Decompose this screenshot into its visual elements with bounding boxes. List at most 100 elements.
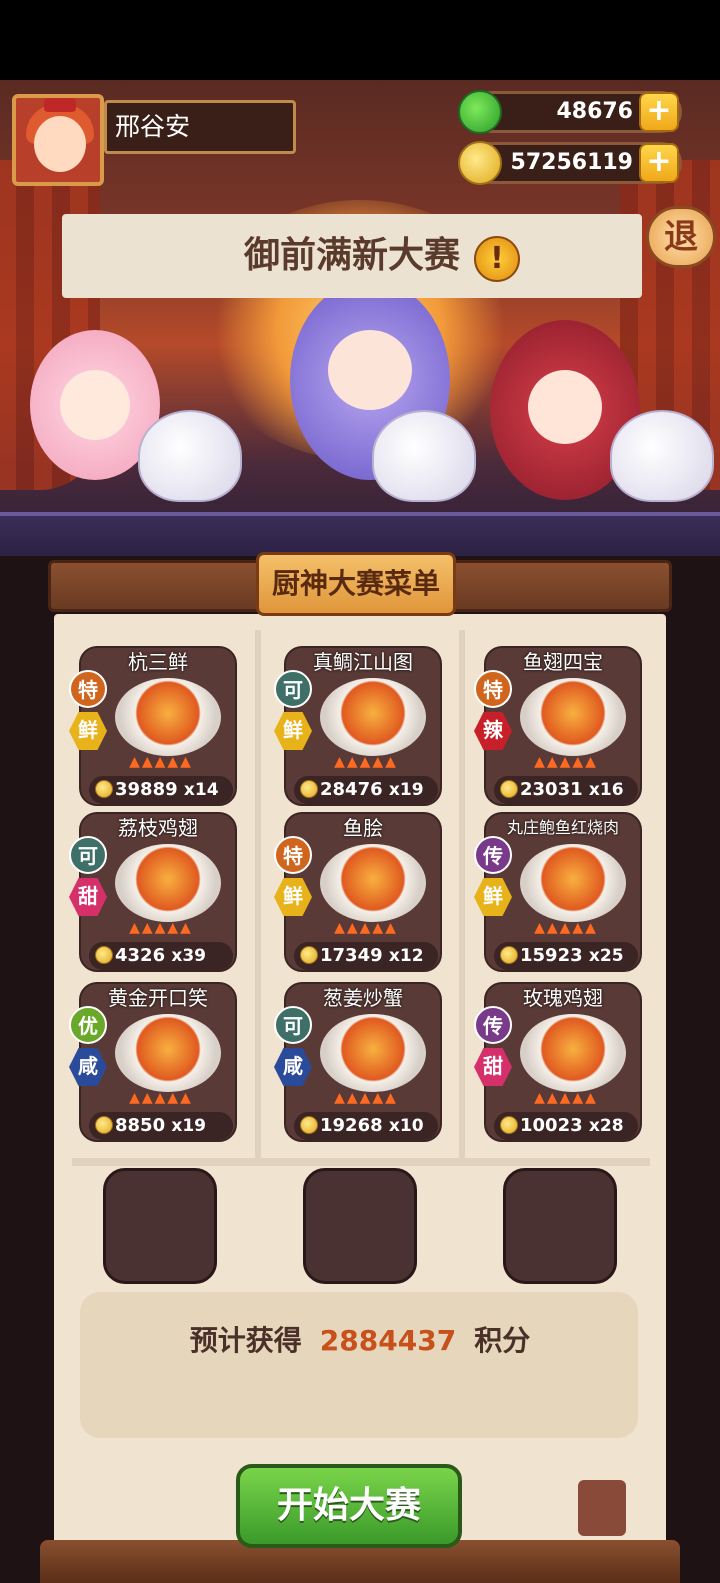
empty-dish-slot[interactable] — [503, 1168, 617, 1284]
dish-rank-badge: 特 — [474, 670, 512, 708]
dish-card[interactable]: 黄金开口笑优咸 ▲▲▲▲▲ 8850 x19 — [69, 982, 237, 1142]
dish-price-value: 39889 — [115, 779, 178, 800]
dish-quantity: x16 — [588, 780, 624, 800]
dish-image — [115, 678, 221, 756]
coin-icon — [95, 780, 113, 798]
dish-card[interactable]: 葱姜炒蟹可咸 ▲▲▲▲▲ 19268 x10 — [274, 982, 442, 1142]
dish-image — [115, 1014, 221, 1092]
column-divider — [459, 630, 465, 1158]
dish-rank-badge: 可 — [274, 670, 312, 708]
estimate-points: 2884437 — [319, 1324, 457, 1357]
dish-price-value: 17349 — [320, 945, 383, 966]
empty-dish-slot[interactable] — [303, 1168, 417, 1284]
column-divider — [255, 630, 261, 1158]
dish-card[interactable]: 鱼脍特鲜 ▲▲▲▲▲ 17349 x12 — [274, 812, 442, 972]
dish-price-value: 19268 — [320, 1115, 383, 1136]
dish-name: 丸庄鲍鱼红烧肉 — [506, 818, 619, 837]
coin-icon — [300, 946, 318, 964]
dish-image — [520, 844, 626, 922]
dish-rank-badge: 传 — [474, 1006, 512, 1044]
dish-name: 葱姜炒蟹 — [323, 986, 403, 1010]
dish-price: 15923 x25 — [494, 942, 638, 970]
dish-rank-badge: 特 — [69, 670, 107, 708]
teapot-icon — [610, 410, 714, 502]
menu-title: 厨神大赛菜单 — [256, 552, 456, 616]
dish-quantity: x12 — [388, 946, 424, 966]
alert-icon[interactable]: ! — [474, 236, 520, 282]
estimate-line: 预计获得 2884437 积分 — [0, 1318, 720, 1364]
coin-icon — [95, 1116, 113, 1134]
coin-icon — [300, 780, 318, 798]
dish-price-value: 10023 — [520, 1115, 583, 1136]
dish-rank-badge: 优 — [69, 1006, 107, 1044]
dish-price-value: 15923 — [520, 945, 583, 966]
dish-name: 荔枝鸡翅 — [118, 816, 198, 840]
jade-gem-icon — [458, 90, 502, 134]
dish-quantity: x14 — [183, 780, 219, 800]
dish-image — [320, 844, 426, 922]
dish-rank-badge: 特 — [274, 836, 312, 874]
flame-rating-icon: ▲▲▲▲▲ — [334, 920, 398, 936]
player-name: 邢谷安 — [104, 100, 296, 154]
dish-rank-badge: 可 — [274, 1006, 312, 1044]
dish-quantity: x28 — [588, 1116, 624, 1136]
dish-price: 19268 x10 — [294, 1112, 438, 1140]
add-gems-button[interactable]: + — [639, 92, 679, 132]
start-contest-button[interactable]: 开始大赛 — [236, 1464, 462, 1548]
flame-rating-icon: ▲▲▲▲▲ — [334, 1090, 398, 1106]
dish-quantity: x10 — [388, 1116, 424, 1136]
coin-icon — [500, 946, 518, 964]
dish-price-value: 28476 — [320, 779, 383, 800]
exit-button[interactable]: 退 — [646, 206, 716, 268]
dish-card[interactable]: 丸庄鲍鱼红烧肉传鲜 ▲▲▲▲▲ 15923 x25 — [474, 812, 642, 972]
dish-image — [520, 1014, 626, 1092]
teapot-icon — [372, 410, 476, 502]
player-avatar[interactable] — [12, 94, 104, 186]
dish-card[interactable]: 玫瑰鸡翅传甜 ▲▲▲▲▲ 10023 x28 — [474, 982, 642, 1142]
avatar-face — [34, 116, 86, 172]
dish-price: 39889 x14 — [89, 776, 233, 804]
flame-rating-icon: ▲▲▲▲▲ — [129, 754, 193, 770]
dish-name: 玫瑰鸡翅 — [523, 986, 603, 1010]
dish-name: 黄金开口笑 — [108, 986, 208, 1010]
flame-rating-icon: ▲▲▲▲▲ — [129, 1090, 193, 1106]
teapot-icon — [138, 410, 242, 502]
dish-card[interactable]: 真鲷江山图可鲜 ▲▲▲▲▲ 28476 x19 — [274, 646, 442, 806]
dish-card[interactable]: 荔枝鸡翅可甜 ▲▲▲▲▲ 4326 x39 — [69, 812, 237, 972]
avatar-hat — [44, 98, 76, 112]
status-bar — [0, 0, 720, 80]
dish-name: 杭三鲜 — [128, 650, 188, 674]
coin-icon — [95, 946, 113, 964]
empty-dish-slot[interactable] — [103, 1168, 217, 1284]
flame-rating-icon: ▲▲▲▲▲ — [534, 754, 598, 770]
flame-rating-icon: ▲▲▲▲▲ — [129, 920, 193, 936]
row-divider — [72, 1158, 650, 1166]
character-left-face — [60, 370, 130, 440]
coin-icon — [500, 780, 518, 798]
flame-rating-icon: ▲▲▲▲▲ — [534, 920, 598, 936]
dish-price-value: 4326 — [115, 945, 166, 966]
character-right-face — [528, 370, 602, 444]
dish-card[interactable]: 鱼翅四宝特辣 ▲▲▲▲▲ 23031 x16 — [474, 646, 642, 806]
dish-price-value: 23031 — [520, 779, 583, 800]
estimate-box — [80, 1292, 638, 1438]
dish-price: 8850 x19 — [89, 1112, 233, 1140]
dish-name: 真鲷江山图 — [313, 650, 413, 674]
dish-rank-badge: 传 — [474, 836, 512, 874]
add-coins-button[interactable]: + — [639, 143, 679, 183]
estimate-suffix: 积分 — [474, 1324, 531, 1357]
coin-icon — [500, 1116, 518, 1134]
dish-quantity: x25 — [588, 946, 624, 966]
dish-price-value: 8850 — [115, 1115, 166, 1136]
dish-price: 4326 x39 — [89, 942, 233, 970]
dish-name: 鱼脍 — [343, 816, 383, 840]
dish-image — [320, 1014, 426, 1092]
flame-rating-icon: ▲▲▲▲▲ — [334, 754, 398, 770]
dish-quantity: x19 — [388, 780, 424, 800]
dish-image — [320, 678, 426, 756]
dish-name: 鱼翅四宝 — [523, 650, 603, 674]
event-title: 御前满新大赛 — [62, 214, 642, 298]
dish-price: 10023 x28 — [494, 1112, 638, 1140]
estimate-prefix: 预计获得 — [189, 1324, 302, 1357]
dish-card[interactable]: 杭三鲜特鲜 ▲▲▲▲▲ 39889 x14 — [69, 646, 237, 806]
